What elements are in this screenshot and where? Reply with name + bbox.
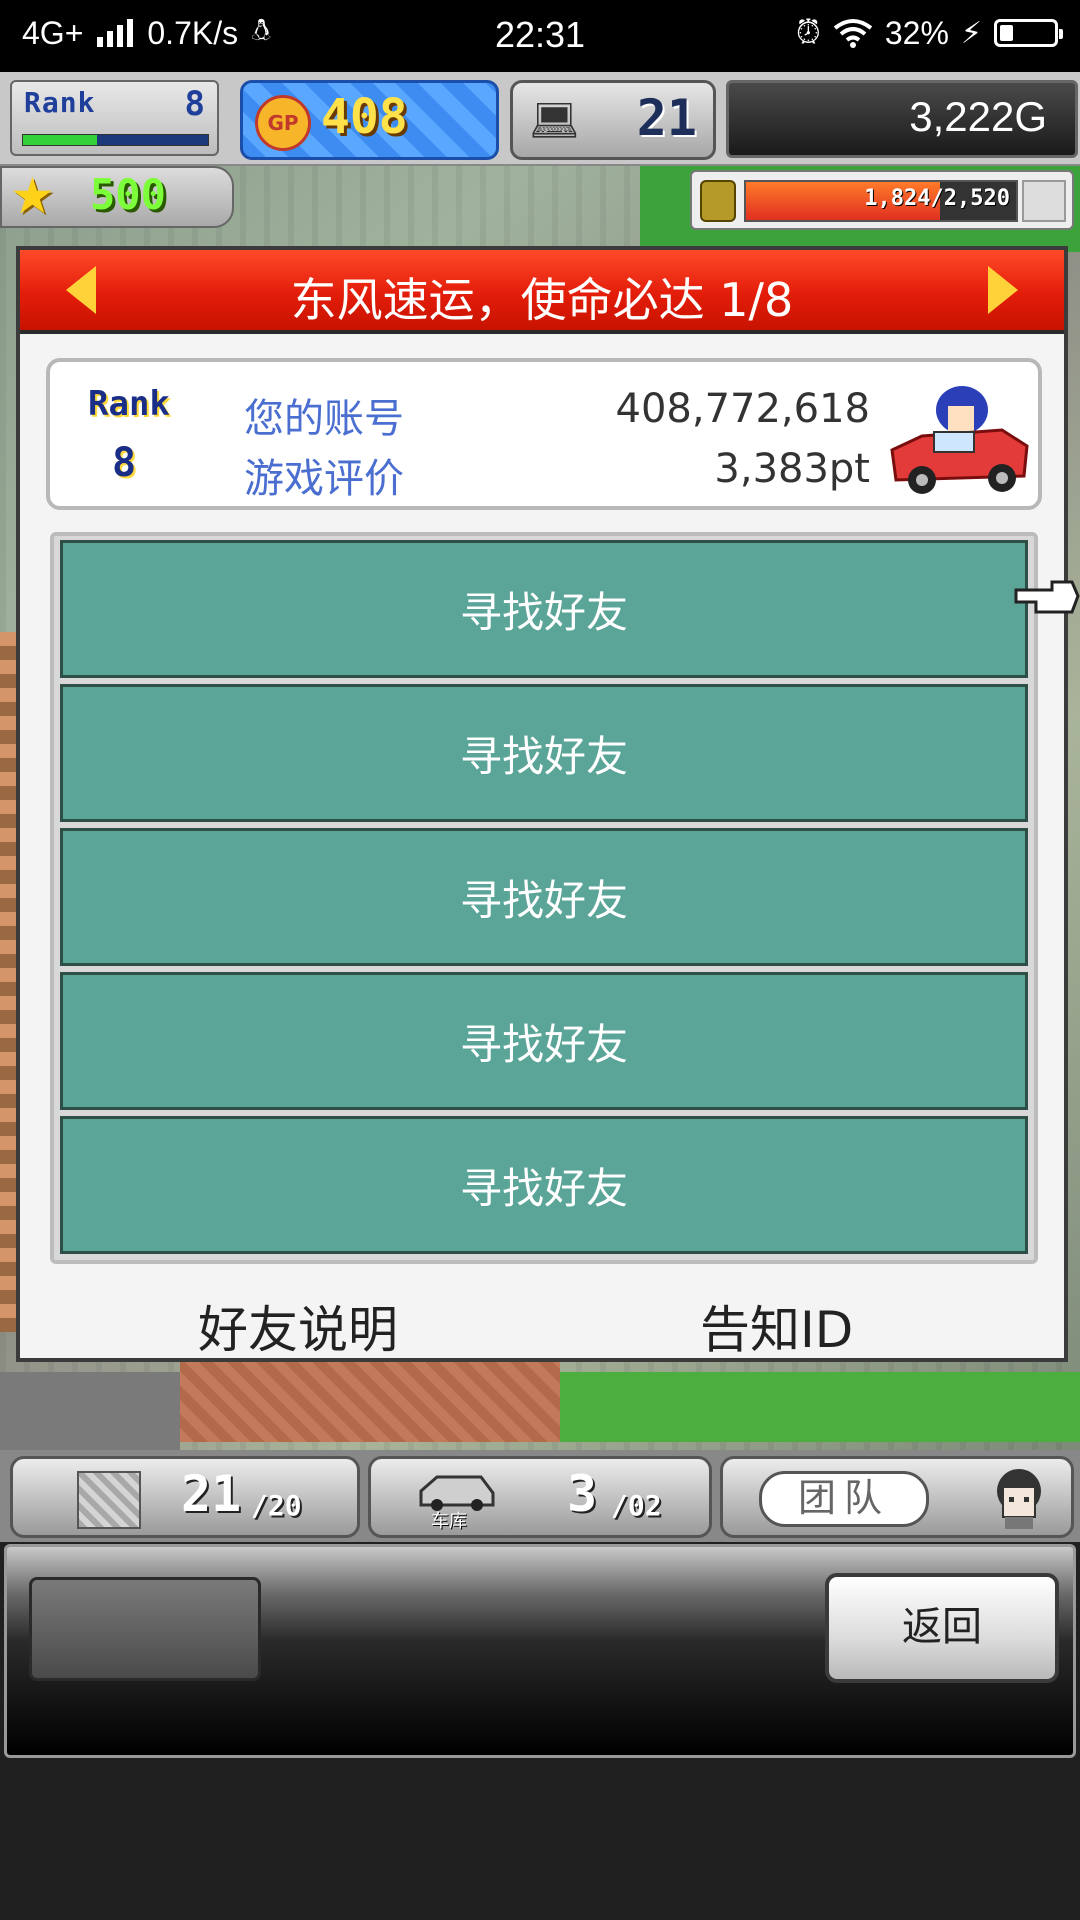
brick-road xyxy=(180,1352,560,1442)
friend-info-link[interactable]: 好友说明 xyxy=(198,1290,398,1362)
friends-panel: 东风速运，使命必达 1/8 Rank 8 您的账号 408,772,618 游戏… xyxy=(16,246,1068,1362)
battery-icon xyxy=(994,19,1063,47)
pointer-hand-icon xyxy=(1014,580,1080,614)
coin-stack-icon xyxy=(700,180,736,222)
team-tab[interactable]: 团队 xyxy=(720,1456,1074,1538)
star-icon: ★ xyxy=(10,167,55,225)
money-display: 3,222G xyxy=(726,80,1078,158)
wifi-icon xyxy=(833,19,873,48)
crate-icon xyxy=(77,1471,141,1529)
friend-list: 寻找好友 寻找好友 寻找好友 寻找好友 寻找好友 xyxy=(50,532,1038,1264)
find-friend-button[interactable]: 寻找好友 xyxy=(60,540,1028,678)
car-driver-icon xyxy=(890,386,1029,494)
garage-label: 车库 xyxy=(431,1511,467,1532)
account-label: 您的账号 xyxy=(244,396,404,442)
funds-bar: 1,824/2,520 xyxy=(744,180,1018,222)
bottom-tab-strip: 21 /20 车库 3 /02 团队 xyxy=(0,1450,1080,1542)
battery-percent: 32% xyxy=(884,14,949,51)
funds-text: 1,824/2,520 xyxy=(864,186,1010,211)
rank-value: 8 xyxy=(112,440,137,486)
gp-counter[interactable]: GP 408 xyxy=(240,80,499,160)
panel-title-bar: 东风速运，使命必达 1/8 xyxy=(20,250,1064,334)
funds-slot xyxy=(1022,180,1066,222)
garage-max: /02 xyxy=(611,1489,662,1522)
money-value: 3,222G xyxy=(909,93,1047,140)
team-label: 团队 xyxy=(759,1471,929,1527)
back-button[interactable]: 返回 xyxy=(825,1573,1059,1683)
charging-icon: ⚡︎ xyxy=(960,16,982,50)
panel-title: 东风速运，使命必达 1/8 xyxy=(290,273,794,327)
bottom-control-panel: 返回 xyxy=(4,1544,1076,1758)
rail-road xyxy=(0,1372,180,1452)
empty-slot-button[interactable] xyxy=(29,1577,261,1681)
stars-counter[interactable]: ★ 500 xyxy=(0,166,234,228)
top-hud: Rank 8 GP 408 💻︎ 21 3,222G xyxy=(0,72,1080,166)
research-counter[interactable]: 💻︎ 21 xyxy=(510,80,716,160)
rank-progress-bar xyxy=(22,134,209,146)
notify-id-link[interactable]: 告知ID xyxy=(700,1290,853,1362)
staff-face-icon xyxy=(997,1469,1041,1529)
rank-label: Rank xyxy=(88,384,170,424)
gp-value: 408 xyxy=(321,89,408,145)
find-friend-button[interactable]: 寻找好友 xyxy=(60,1116,1028,1254)
find-friend-button[interactable]: 寻找好友 xyxy=(60,828,1028,966)
account-value: 408,772,618 xyxy=(615,386,870,432)
cargo-max: /20 xyxy=(251,1489,302,1522)
find-friend-button[interactable]: 寻找好友 xyxy=(60,684,1028,822)
truck-icon: 车库 xyxy=(417,1471,497,1532)
account-info-card: Rank 8 您的账号 408,772,618 游戏评价 3,383pt xyxy=(46,358,1042,510)
funds-gauge[interactable]: 1,824/2,520 xyxy=(690,170,1074,230)
stars-value: 500 xyxy=(90,170,166,219)
status-bar: 4G+ 0.7K/s 🐧︎ 22:31 ⏰︎ 32% ⚡︎ xyxy=(0,0,1080,72)
rating-label: 游戏评价 xyxy=(244,456,404,502)
computer-icon: 💻︎ xyxy=(529,98,580,144)
rating-value: 3,383pt xyxy=(714,446,870,492)
rank-label: Rank xyxy=(24,86,96,119)
cargo-tab[interactable]: 21 /20 xyxy=(10,1456,360,1538)
arrow-right-icon[interactable] xyxy=(988,266,1018,314)
find-friend-button[interactable]: 寻找好友 xyxy=(60,972,1028,1110)
rank-value: 8 xyxy=(184,84,205,124)
gp-coin-icon: GP xyxy=(255,95,311,151)
cargo-count: 21 xyxy=(181,1465,242,1523)
garage-tab[interactable]: 车库 3 /02 xyxy=(368,1456,712,1538)
grass-patch xyxy=(560,1372,1080,1442)
rank-indicator[interactable]: Rank 8 xyxy=(10,80,219,156)
alarm-icon: ⏰︎ xyxy=(795,14,821,50)
research-value: 21 xyxy=(636,89,697,147)
garage-count: 3 xyxy=(567,1465,598,1523)
